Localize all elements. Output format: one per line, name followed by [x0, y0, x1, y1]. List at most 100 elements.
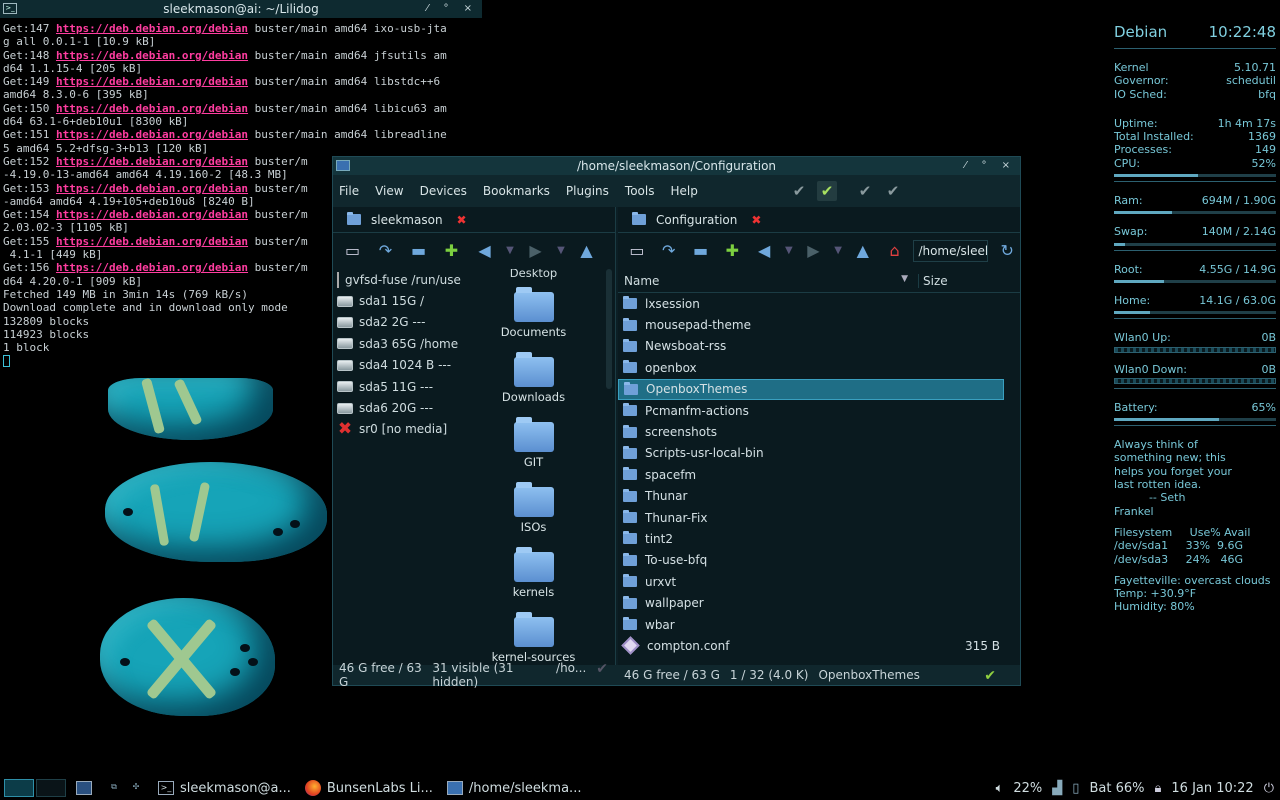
icon-top-label[interactable]: Desktop — [461, 269, 606, 283]
network-icon[interactable]: ▟ — [1052, 781, 1062, 796]
menu-bookmarks[interactable]: Bookmarks — [483, 184, 550, 198]
path-bar[interactable]: /home/sleekm — [913, 240, 989, 262]
file-row[interactable]: urxvt — [618, 571, 1004, 592]
battery-icon[interactable]: ▯ — [1072, 781, 1079, 796]
lock-icon[interactable]: 🔒︎ — [1154, 781, 1161, 796]
window-list-icon[interactable]: ⧉ — [106, 781, 122, 795]
terminal-url[interactable]: https://deb.debian.org/debian — [56, 22, 248, 35]
refresh-icon[interactable]: ↷ — [656, 239, 682, 263]
file-row[interactable]: Newsboat-rss — [618, 336, 1004, 357]
terminal-url[interactable]: https://deb.debian.org/debian — [56, 49, 248, 62]
file-row[interactable]: mousepad-theme — [618, 314, 1004, 335]
close-tab-icon[interactable]: ✖ — [457, 213, 467, 227]
devices-icon[interactable]: ▭ — [624, 239, 650, 263]
fm-window-controls[interactable]: ⁄ ° × — [965, 157, 1016, 175]
folder-item[interactable]: kernels — [461, 543, 606, 608]
workspace-2[interactable] — [36, 779, 66, 797]
tab-sleekmason[interactable]: sleekmason ✖ — [341, 211, 473, 229]
terminal-url[interactable]: https://deb.debian.org/debian — [56, 128, 248, 141]
menu-tools[interactable]: Tools — [625, 184, 655, 198]
devices-icon[interactable]: ▭ — [339, 239, 366, 263]
new-tab-icon[interactable]: ✚ — [719, 239, 745, 263]
forward-icon[interactable]: ▶ — [522, 239, 549, 263]
file-row[interactable]: OpenboxThemes — [618, 378, 1004, 400]
panel-toggle-1-icon[interactable]: ✔ — [789, 181, 809, 201]
panel-toggle-4-icon[interactable]: ✔ — [883, 181, 903, 201]
device-item[interactable]: sda3 65G /home — [333, 333, 461, 354]
folder-item[interactable]: GIT — [461, 413, 606, 478]
file-row[interactable]: openbox — [618, 357, 1004, 378]
folder-item[interactable]: ISOs — [461, 478, 606, 543]
device-item[interactable]: sda1 15G / — [333, 290, 461, 311]
file-manager-window[interactable]: /home/sleekmason/Configuration ⁄ ° × Fil… — [332, 156, 1021, 689]
file-row[interactable]: Thunar — [618, 486, 1004, 507]
device-item[interactable]: sda5 11G --- — [333, 376, 461, 397]
new-tab-icon[interactable]: ✚ — [438, 239, 465, 263]
refresh-icon[interactable]: ↷ — [372, 239, 399, 263]
menu-help[interactable]: Help — [670, 184, 697, 198]
file-row[interactable]: To-use-bfq — [618, 550, 1004, 571]
menu-plugins[interactable]: Plugins — [566, 184, 609, 198]
folder-item[interactable]: kernel-sources — [461, 608, 606, 665]
column-name[interactable]: Name ▼ — [618, 274, 918, 288]
terminal-url[interactable]: https://deb.debian.org/debian — [56, 208, 248, 221]
clock[interactable]: 16 Jan 10:22 — [1171, 781, 1253, 796]
back-history-icon[interactable]: ▼ — [504, 239, 516, 263]
file-row[interactable]: wallpaper — [618, 592, 1004, 613]
back-history-icon[interactable]: ▼ — [783, 239, 794, 263]
folder-item[interactable]: Documents — [461, 283, 606, 348]
menu-devices[interactable]: Devices — [420, 184, 467, 198]
folder-item[interactable]: Downloads — [461, 348, 606, 413]
panel-toggle-2-icon[interactable]: ✔ — [817, 181, 837, 201]
file-row[interactable]: wbar — [618, 614, 1004, 635]
battery-level[interactable]: Bat 66% — [1089, 781, 1144, 796]
terminal-titlebar[interactable]: >_ sleekmason@ai: ~/Lilidog ⁄ ° × — [0, 0, 482, 18]
forward-icon[interactable]: ▶ — [801, 239, 827, 263]
new-folder-icon[interactable]: ▬ — [405, 239, 432, 263]
go-icon[interactable]: ↻ — [994, 239, 1020, 263]
back-icon[interactable]: ◀ — [751, 239, 777, 263]
up-icon[interactable]: ▲ — [573, 239, 600, 263]
file-row[interactable]: compton.conf 315 B — [618, 635, 1004, 655]
terminal-url[interactable]: https://deb.debian.org/debian — [56, 235, 248, 248]
device-item[interactable]: sda6 20G --- — [333, 397, 461, 418]
volume-level[interactable]: 22% — [1013, 781, 1042, 796]
file-row[interactable]: screenshots — [618, 421, 1004, 442]
file-row[interactable]: Scripts-usr-local-bin — [618, 443, 1004, 464]
menu-file[interactable]: File — [339, 184, 359, 198]
close-tab-icon[interactable]: ✖ — [751, 213, 761, 227]
window-controls[interactable]: ⁄ ° × — [427, 0, 478, 18]
expand-icon[interactable]: ✣ — [128, 781, 144, 795]
device-item[interactable]: sda4 1024 B --- — [333, 355, 461, 376]
file-row[interactable]: Pcmanfm-actions — [618, 400, 1004, 421]
forward-history-icon[interactable]: ▼ — [832, 239, 843, 263]
fm-titlebar[interactable]: /home/sleekmason/Configuration ⁄ ° × — [333, 157, 1020, 175]
terminal-url[interactable]: https://deb.debian.org/debian — [56, 75, 248, 88]
terminal-url[interactable]: https://deb.debian.org/debian — [56, 182, 248, 195]
show-desktop-icon[interactable] — [76, 781, 92, 795]
device-item[interactable]: ✖ sr0 [no media] — [333, 419, 461, 440]
column-size[interactable]: Size — [918, 273, 948, 288]
terminal-url[interactable]: https://deb.debian.org/debian — [56, 261, 248, 274]
terminal-url[interactable]: https://deb.debian.org/debian — [56, 155, 248, 168]
volume-icon[interactable]: 🔈︎ — [996, 781, 1004, 796]
power-icon[interactable]: ⏻ — [1264, 781, 1274, 796]
task-firefox[interactable]: BunsenLabs Li... — [304, 780, 433, 796]
terminal-url[interactable]: https://deb.debian.org/debian — [56, 102, 248, 115]
forward-history-icon[interactable]: ▼ — [555, 239, 567, 263]
tab-configuration[interactable]: Configuration ✖ — [626, 211, 767, 229]
file-row[interactable]: tint2 — [618, 528, 1004, 549]
new-folder-icon[interactable]: ▬ — [688, 239, 714, 263]
device-item[interactable]: gvfsd-fuse /run/user — [333, 269, 461, 290]
panel-toggle-3-icon[interactable]: ✔ — [855, 181, 875, 201]
back-icon[interactable]: ◀ — [471, 239, 498, 263]
file-row[interactable]: Thunar-Fix — [618, 507, 1004, 528]
home-icon[interactable]: ⌂ — [882, 239, 908, 263]
left-scrollbar[interactable] — [606, 269, 612, 389]
task-terminal[interactable]: >_ sleekmason@a... — [158, 781, 291, 796]
workspace-1[interactable] — [4, 779, 34, 797]
device-item[interactable]: sda2 2G --- — [333, 312, 461, 333]
up-icon[interactable]: ▲ — [850, 239, 876, 263]
file-row[interactable]: lxsession — [618, 293, 1004, 314]
file-row[interactable]: spacefm — [618, 464, 1004, 485]
